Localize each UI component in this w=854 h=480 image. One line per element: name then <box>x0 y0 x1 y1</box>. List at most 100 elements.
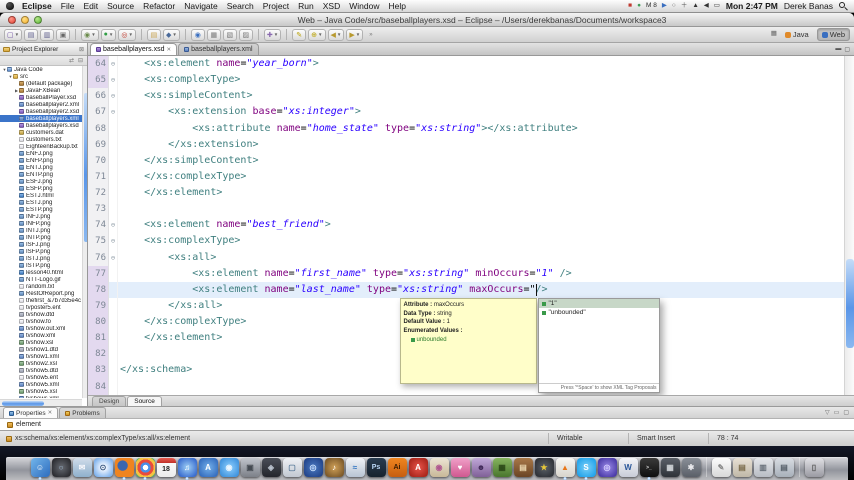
line-number[interactable]: 70 <box>88 152 109 169</box>
editor-tab-baseballplayers-xsd[interactable]: baseballplayers.xsd ✕ <box>90 43 178 55</box>
web-browser-button[interactable]: ◉ <box>190 28 205 41</box>
menubar-user[interactable]: Derek Banas <box>784 1 833 11</box>
documents-stack-icon[interactable]: ▥ <box>753 458 773 477</box>
tree-item-random-txt[interactable]: random.txt <box>0 283 82 290</box>
preview-icon[interactable]: ▢ <box>282 458 302 477</box>
collapse-all-icon[interactable]: ⊟ <box>78 57 83 64</box>
code-text[interactable]: </xs:extension> <box>118 137 854 153</box>
finder-icon[interactable]: ☺ <box>30 458 50 480</box>
minecraft-icon[interactable]: ▦ <box>492 458 512 477</box>
menu-item-edit[interactable]: Edit <box>83 1 98 11</box>
external-tools-button[interactable]: ◆ ▼ <box>162 28 180 41</box>
line-number[interactable]: 78 <box>88 281 109 298</box>
displays-icon[interactable]: ▭ <box>714 2 720 10</box>
line-number[interactable]: 72 <box>88 185 109 202</box>
window-close-button[interactable] <box>8 15 16 24</box>
back-button[interactable]: ◀ ▼ <box>327 28 345 41</box>
tree-item-istj-png[interactable]: ISTJ.png <box>0 255 82 262</box>
tree-item-baseballplayer-xsd[interactable]: baseballPlayer.xsd <box>0 94 82 101</box>
tree-item-esfj-png[interactable]: ESFJ.png <box>0 178 82 185</box>
tree-item-ntt-logo-gif[interactable]: NTT-Logo.gif <box>0 276 82 283</box>
fold-collapse-icon[interactable]: ⊖ <box>109 217 118 234</box>
last-edit-button[interactable]: ⊕ ▼ <box>308 28 326 41</box>
new-button[interactable]: ▢ ▼ <box>4 28 23 41</box>
launchpad-icon[interactable]: ○ <box>51 458 71 477</box>
chrome-icon[interactable] <box>135 458 155 480</box>
toolbar-overflow-icon[interactable]: » <box>369 32 372 38</box>
tree-item-baseballplayer2-xsd[interactable]: baseballplayer2.xsd <box>0 108 82 115</box>
tree-item-src[interactable]: ▼ src <box>0 73 82 80</box>
tree-item-infj-png[interactable]: INFJ.png <box>0 213 82 220</box>
open-perspective-icon[interactable]: ▦ <box>771 31 777 38</box>
code-text[interactable] <box>118 201 854 217</box>
editor-minimize-icon[interactable]: ▬ <box>835 46 841 53</box>
tree-item-lesson40-html[interactable]: lesson40.html <box>0 269 82 276</box>
window-titlebar[interactable]: Web – Java Code/src/baseballplayers.xsd … <box>0 13 854 27</box>
firefox-icon[interactable] <box>114 458 134 480</box>
menu-item-project[interactable]: Project <box>263 1 289 11</box>
garageband-icon[interactable]: ♪ <box>324 458 344 477</box>
line-number[interactable]: 84 <box>88 378 109 395</box>
tree-item-thefirst-7b7d35e4c[interactable]: thefirst_&7b7d35e4c <box>0 297 82 304</box>
tree-item-intp-png[interactable]: INTP.png <box>0 234 82 241</box>
tree-item--default-package-[interactable]: (default package) <box>0 80 82 87</box>
photo-booth-icon[interactable]: ▣ <box>240 458 260 477</box>
line-number[interactable]: 64 <box>88 56 109 73</box>
tree-item-baseballplayers-xml[interactable]: baseballplayers.xml <box>0 115 82 122</box>
wifi-icon[interactable]: ▲ <box>692 2 698 10</box>
tree-item-restofreport-png[interactable]: RestOfReport.png <box>0 290 82 297</box>
mail-icon[interactable]: ✉ <box>72 458 92 477</box>
tree-item-isfj-png[interactable]: ISFJ.png <box>0 241 82 248</box>
tree-item-estj-html[interactable]: ESTJ.html <box>0 192 82 199</box>
fold-collapse-icon[interactable]: ⊖ <box>109 88 118 105</box>
volume-icon[interactable]: ◀ <box>704 2 709 10</box>
web-globe-icon[interactable]: ◎ <box>597 458 617 477</box>
guides-button[interactable]: ▨ <box>238 28 253 41</box>
stickies-icon[interactable]: ♥ <box>450 458 470 477</box>
editor-vscroll-thumb[interactable] <box>846 259 854 348</box>
tab-problems[interactable]: Problems <box>59 407 106 418</box>
line-number[interactable]: 81 <box>88 330 109 347</box>
menubar-clock[interactable]: Mon 2:47 PM <box>726 1 778 11</box>
code-text[interactable]: <xs:element name="year_born"> <box>118 56 854 72</box>
tree-item-tvshow5-dtd[interactable]: tvshow5.dtd <box>0 367 82 374</box>
skype-icon[interactable]: S <box>576 458 596 480</box>
code-text[interactable]: <xs:simpleContent> <box>118 88 854 104</box>
code-text[interactable]: <xs:complexType> <box>118 233 854 249</box>
tree-item-entj-png[interactable]: ENTJ.png <box>0 164 82 171</box>
tab-source[interactable]: Source <box>127 396 162 406</box>
tree-item-tvshow-out-xml[interactable]: tvshow.out.xml <box>0 325 82 332</box>
color-palette-icon[interactable]: ◉ <box>429 458 449 477</box>
line-number[interactable]: 67 <box>88 104 109 121</box>
menu-item-run[interactable]: Run <box>298 1 314 11</box>
proposal-item[interactable]: "1" <box>538 299 659 309</box>
calendar-icon[interactable]: 18 <box>156 458 176 477</box>
imovie-icon[interactable]: ★ <box>534 458 554 477</box>
perspective-web[interactable]: Web <box>816 28 850 41</box>
tab-close-icon[interactable]: ✕ <box>48 410 53 416</box>
new-xsd-button[interactable]: ✚ ▼ <box>263 28 282 41</box>
menu-item-search[interactable]: Search <box>227 1 254 11</box>
universal-access-icon[interactable]: ＋ <box>681 2 688 10</box>
sync-status-icon[interactable]: ● <box>637 2 641 10</box>
time-machine-icon[interactable]: ○ <box>672 2 676 10</box>
system-preferences-icon[interactable]: ✱ <box>681 458 701 477</box>
perspective-java[interactable]: Java <box>780 28 814 41</box>
line-number[interactable]: 73 <box>88 201 109 218</box>
line-number[interactable]: 75 <box>88 233 109 250</box>
utilities-icon[interactable]: ◈ <box>261 458 281 477</box>
code-text[interactable]: <xs:complexType> <box>118 72 854 88</box>
apple-menu-icon[interactable] <box>6 2 14 10</box>
tree-item-enfp-png[interactable]: ENFP.png <box>0 157 82 164</box>
editor-tab-baseballplayers-xml[interactable]: baseballplayers.xml <box>178 43 259 55</box>
profile-button[interactable]: ◎ ▼ <box>118 28 136 41</box>
tree-item-tvshow-fo[interactable]: tvshow.fo <box>0 318 82 325</box>
tree-item-estp-png[interactable]: ESTP.png <box>0 206 82 213</box>
editor-vertical-scrollbar[interactable] <box>844 56 854 395</box>
tree-item-tvposter5-ent[interactable]: tvposter5.ent <box>0 304 82 311</box>
tree-item-baseballplayers-xsd[interactable]: baseballplayers.xsd <box>0 122 82 129</box>
tree-item-tvshow-xml[interactable]: tvshow.xml <box>0 332 82 339</box>
line-number[interactable]: 82 <box>88 346 109 363</box>
project-explorer-tab[interactable]: Project Explorer ⊠ <box>0 43 87 56</box>
spotlight-icon[interactable] <box>839 1 848 11</box>
